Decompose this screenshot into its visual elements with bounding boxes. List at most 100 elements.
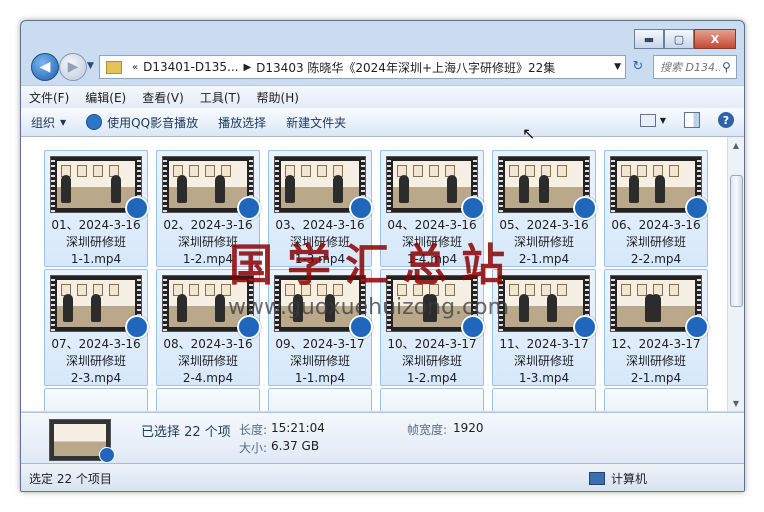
file-name-line: 2-2.mp4: [630, 252, 682, 266]
file-tile[interactable]: 01、2024-3-16 深圳研修班 1-1.mp4: [44, 150, 149, 268]
recent-pages-dropdown[interactable]: ▼: [87, 61, 94, 71]
watermark-url: www.guoxuehuizong.com: [228, 295, 510, 320]
file-name: 10、2024-3-17 深圳研修班 1-2.mp4: [381, 336, 483, 387]
preview-pane-icon[interactable]: [684, 112, 700, 128]
file-tile[interactable]: [492, 388, 596, 411]
file-name-line: 2-1.mp4: [630, 371, 682, 385]
size-label: 大小:: [239, 441, 268, 455]
file-name: 09、2024-3-17 深圳研修班 1-1.mp4: [269, 336, 371, 387]
file-tile[interactable]: [44, 388, 148, 411]
folder-icon: [106, 60, 122, 74]
menu-view[interactable]: 查看(V): [134, 89, 192, 106]
file-name-line: 1-1.mp4: [294, 371, 346, 385]
file-name-line: 深圳研修班: [513, 354, 574, 368]
file-name: 12、2024-3-17 深圳研修班 2-1.mp4: [605, 336, 707, 387]
length-label: 长度:: [239, 423, 268, 437]
view-mode-caret-icon[interactable]: ▼: [660, 116, 666, 125]
command-bar: 组织 ▼ 使用QQ影音播放 播放选择 新建文件夹 ▼ ?: [21, 108, 744, 137]
scroll-thumb[interactable]: [730, 175, 743, 307]
organize-caret-icon: ▼: [60, 117, 67, 127]
file-tile[interactable]: 07、2024-3-16 深圳研修班 2-3.mp4: [44, 269, 149, 387]
file-name-line: 深圳研修班: [65, 354, 126, 368]
file-name-line: 07、2024-3-16: [51, 337, 141, 351]
status-selected: 选定 22 个项目: [29, 472, 112, 486]
file-name-line: 12、2024-3-17: [611, 337, 701, 351]
watermark-text: 国学汇总站: [229, 240, 519, 291]
scroll-down-icon[interactable]: ▼: [728, 395, 744, 411]
search-icon[interactable]: ⚲: [722, 60, 731, 74]
search-box[interactable]: ⚲: [653, 55, 737, 79]
explorer-window: ▬ ▢ X ◀ ▶ ▼ « D13401-D135... ▶ D13403 陈晓…: [20, 20, 745, 492]
play-with-qq-label: 使用QQ影音播放: [107, 115, 199, 130]
file-tile[interactable]: 12、2024-3-17 深圳研修班 2-1.mp4: [604, 269, 709, 387]
file-name-line: 11、2024-3-17: [499, 337, 589, 351]
file-name: 11、2024-3-17 深圳研修班 1-3.mp4: [493, 336, 595, 387]
file-name-line: 深圳研修班: [401, 354, 462, 368]
file-name-line: 深圳研修班: [625, 354, 686, 368]
file-tile[interactable]: [380, 388, 484, 411]
address-dropdown-icon[interactable]: ▼: [614, 62, 621, 72]
computer-icon: [589, 472, 605, 485]
file-name-line: 09、2024-3-17: [275, 337, 365, 351]
breadcrumb-overflow[interactable]: «: [132, 62, 138, 73]
file-tile[interactable]: [604, 388, 708, 411]
help-icon[interactable]: ?: [718, 112, 734, 128]
organize-button[interactable]: 组织 ▼: [21, 114, 76, 131]
file-tile[interactable]: [156, 388, 260, 411]
selection-count: 已选择 22 个项: [141, 425, 231, 440]
file-name: 07、2024-3-16 深圳研修班 2-3.mp4: [45, 336, 147, 387]
file-name-line: 2-4.mp4: [182, 371, 234, 385]
file-name-line: 深圳研修班: [625, 235, 686, 249]
qq-player-badge-icon: [99, 447, 115, 463]
play-with-qq-button[interactable]: 使用QQ影音播放: [76, 114, 208, 131]
breadcrumb-separator-icon[interactable]: ▶: [243, 62, 251, 73]
length-value: 15:21:04: [271, 421, 325, 435]
file-name-line: 08、2024-3-16: [163, 337, 253, 351]
close-button[interactable]: X: [694, 29, 736, 49]
menu-edit[interactable]: 编辑(E): [77, 89, 134, 106]
file-name: 08、2024-3-16 深圳研修班 2-4.mp4: [157, 336, 259, 387]
breadcrumb-current[interactable]: D13403 陈晓华《2024年深圳+上海八字研修班》22集: [256, 59, 555, 76]
size-value: 6.37 GB: [271, 439, 320, 453]
play-selection-button[interactable]: 播放选择: [208, 114, 276, 131]
file-name-line: 2-3.mp4: [70, 371, 122, 385]
maximize-button[interactable]: ▢: [664, 29, 694, 49]
address-bar[interactable]: « D13401-D135... ▶ D13403 陈晓华《2024年深圳+上海…: [99, 55, 626, 79]
status-location: 计算机: [589, 470, 647, 487]
frame-width-label: 帧宽度:: [407, 423, 448, 437]
refresh-icon[interactable]: ↻: [627, 55, 649, 77]
menu-tools[interactable]: 工具(T): [192, 89, 249, 106]
forward-button[interactable]: ▶: [59, 53, 87, 81]
minimize-button[interactable]: ▬: [634, 29, 664, 49]
new-folder-button[interactable]: 新建文件夹: [276, 114, 356, 131]
file-tile[interactable]: 06、2024-3-16 深圳研修班 2-2.mp4: [604, 150, 709, 268]
view-controls: ▼ ?: [639, 112, 734, 128]
menu-file[interactable]: 文件(F): [21, 89, 77, 106]
mouse-cursor-icon: ↖: [522, 124, 536, 143]
window-controls: ▬ ▢ X: [634, 29, 736, 49]
back-button[interactable]: ◀: [31, 53, 59, 81]
details-pane: 已选择 22 个项 长度: 15:21:04 大小: 6.37 GB 帧宽度: …: [21, 412, 744, 463]
search-input[interactable]: [654, 59, 722, 75]
frame-width-value: 1920: [453, 421, 484, 435]
file-name: 06、2024-3-16 深圳研修班 2-2.mp4: [605, 217, 707, 268]
file-name-line: 1-1.mp4: [70, 252, 122, 266]
status-bar: 选定 22 个项目 计算机: [21, 463, 744, 491]
file-name: 01、2024-3-16 深圳研修班 1-1.mp4: [45, 217, 147, 268]
view-mode-icon[interactable]: [639, 113, 656, 127]
breadcrumb-parent[interactable]: D13401-D135...: [143, 60, 238, 74]
menu-help[interactable]: 帮助(H): [249, 89, 307, 106]
organize-label: 组织: [31, 115, 56, 130]
file-name-line: 1-3.mp4: [518, 371, 570, 385]
file-name-line: 1-2.mp4: [406, 371, 458, 385]
file-name-line: 10、2024-3-17: [387, 337, 477, 351]
address-row: ◀ ▶ ▼ « D13401-D135... ▶ D13403 陈晓华《2024…: [29, 53, 737, 81]
file-name-line: 深圳研修班: [65, 235, 126, 249]
vertical-scrollbar[interactable]: ▲ ▼: [727, 137, 744, 411]
file-tile[interactable]: [268, 388, 372, 411]
status-computer-label: 计算机: [611, 472, 648, 486]
file-name-line: 01、2024-3-16: [51, 218, 141, 232]
scroll-up-icon[interactable]: ▲: [728, 137, 744, 153]
file-name-line: 深圳研修班: [177, 354, 238, 368]
file-name-line: 深圳研修班: [289, 354, 350, 368]
